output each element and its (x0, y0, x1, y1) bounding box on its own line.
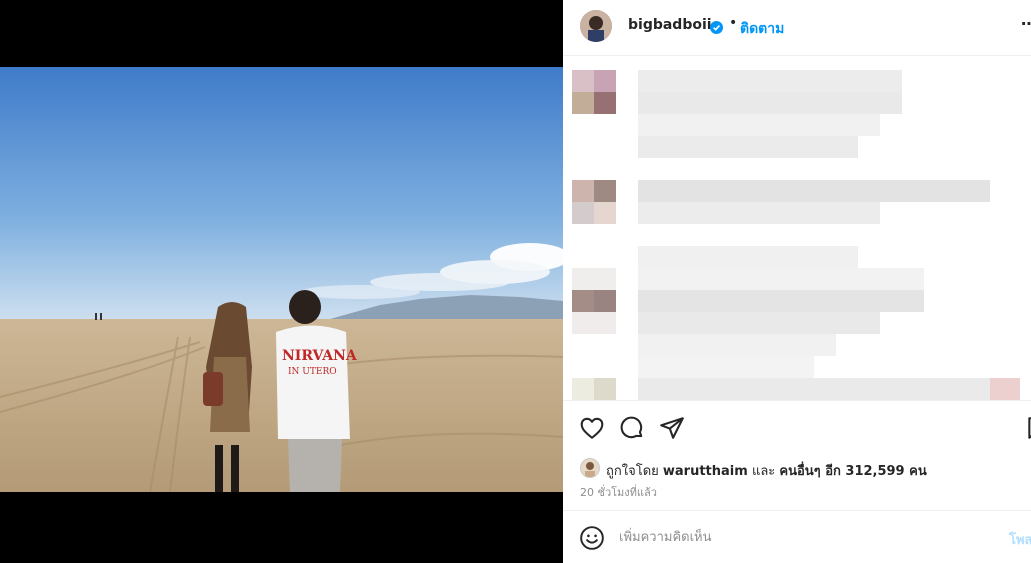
comment-text-placeholder (638, 290, 924, 312)
pixel-block (572, 290, 594, 312)
author-avatar[interactable] (580, 10, 612, 42)
heart-icon[interactable] (579, 415, 605, 441)
author-username[interactable]: bigbadboii (628, 17, 712, 33)
pixel-block (572, 202, 594, 224)
pixel-block (594, 180, 616, 202)
pixel-block (638, 356, 814, 378)
pixel-block (638, 202, 880, 224)
svg-text:IN UTERO: IN UTERO (288, 367, 337, 377)
comment-text-placeholder (638, 180, 990, 202)
comment-composer: โพสต์ (563, 510, 1031, 563)
bookmark-icon[interactable] (1025, 415, 1031, 441)
comment-avatar (572, 378, 594, 400)
pixel-block (990, 378, 1020, 400)
pixel-block (594, 92, 616, 114)
post-timestamp[interactable]: 20 ชั่วโมงที่แล้ว (580, 483, 657, 501)
likes-middle: และ (751, 464, 776, 479)
action-bar (563, 400, 1031, 450)
pixel-block (638, 136, 858, 158)
pixel-block (594, 202, 616, 224)
post-image[interactable]: NIRVANA IN UTERO (0, 67, 563, 492)
comment-avatar (572, 70, 594, 92)
pixel-block (638, 246, 858, 268)
comment-icon[interactable] (619, 415, 645, 441)
comment-avatar (572, 180, 594, 202)
post-comment-button[interactable]: โพสต์ (1009, 529, 1031, 550)
pixel-block (594, 70, 616, 92)
post-header: bigbadboii • ติดตาม ⋯ (563, 0, 1031, 56)
likes-text: ถูกใจโดย warutthaim และ คนอื่นๆ อีก 312,… (606, 460, 927, 481)
verified-badge-icon (710, 19, 723, 34)
media-panel: NIRVANA IN UTERO (0, 0, 563, 563)
comment-avatar (572, 268, 616, 290)
separator-dot: • (729, 15, 738, 31)
liker-username[interactable]: warutthaim (663, 464, 748, 479)
likes-count-link[interactable]: คนอื่นๆ อีก 312,599 คน (779, 464, 926, 479)
pixel-block (572, 312, 616, 334)
pixel-block (572, 92, 594, 114)
send-icon[interactable] (659, 415, 685, 441)
pixel-block (594, 290, 616, 312)
follow-button[interactable]: ติดตาม (740, 18, 784, 40)
likes-prefix: ถูกใจโดย (606, 464, 659, 479)
pixel-block (638, 312, 880, 334)
emoji-icon[interactable] (579, 525, 605, 551)
pixel-block (594, 378, 616, 400)
svg-text:NIRVANA: NIRVANA (282, 348, 358, 364)
post-details-panel: bigbadboii • ติดตาม ⋯ ถูกใจโดย warutthai… (563, 0, 1031, 563)
pixel-block (638, 92, 902, 114)
comment-input[interactable] (619, 525, 989, 549)
more-options-icon[interactable]: ⋯ (1021, 14, 1031, 33)
comment-text-placeholder (638, 378, 990, 400)
pixel-block (638, 114, 880, 136)
pixel-block (638, 268, 924, 290)
comment-text-placeholder (638, 70, 902, 92)
comments-area (563, 57, 1031, 400)
liker-avatar[interactable] (580, 458, 600, 478)
pixel-block (638, 334, 836, 356)
